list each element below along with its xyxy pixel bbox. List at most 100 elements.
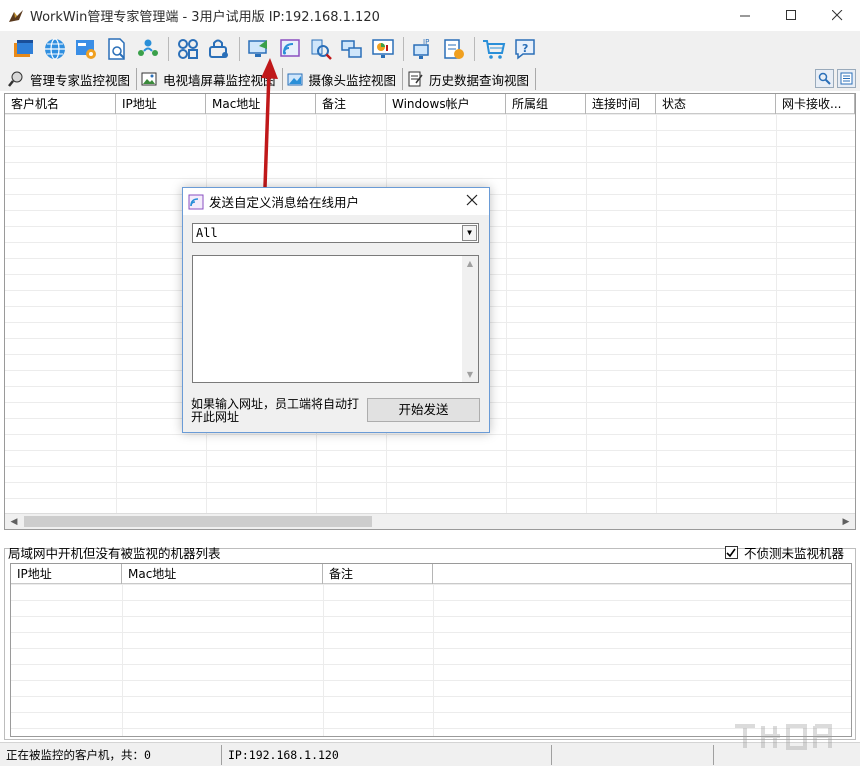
search-device-icon [309, 37, 333, 61]
unmonitored-panel-title: 局域网中开机但没有被监视的机器列表 [8, 543, 221, 562]
broadcast-message-icon [278, 37, 302, 61]
view-tabs: 管理专家监控视图 电视墙屏幕监控视图 摄像头监控视图 历史数据查询视图 [0, 67, 860, 91]
column-header-status[interactable]: 状态 [656, 94, 776, 114]
column-header-connect-time[interactable]: 连接时间 [586, 94, 656, 114]
window-title: WorkWin管理专家管理端 - 3用户试用版 IP:192.168.1.120 [30, 6, 380, 25]
tab-camera-view[interactable]: 摄像头监控视图 [285, 68, 404, 90]
no-detect-checkbox[interactable] [725, 546, 738, 559]
ip-button[interactable]: IP [409, 35, 437, 63]
recipient-select[interactable]: All ▼ [192, 223, 479, 243]
tab-history-query-view[interactable]: 历史数据查询视图 [405, 68, 536, 90]
report-icon [442, 37, 466, 61]
column-header-note[interactable]: 备注 [316, 94, 386, 114]
view-tools [812, 69, 856, 88]
column-header-mac[interactable]: Mac地址 [206, 94, 316, 114]
multi-window-icon [340, 37, 364, 61]
no-detect-checkbox-row[interactable]: 不侦测未监视机器 [725, 543, 844, 562]
scroll-down-icon[interactable]: ▼ [462, 370, 478, 379]
client-grid-header: 客户机名 IP地址 Mac地址 备注 Windows帐户 所属组 连接时间 状态… [5, 94, 856, 114]
maximize-icon [786, 10, 797, 21]
dialog-close-button[interactable] [463, 193, 481, 211]
textarea-scrollbar[interactable]: ▲ ▼ [462, 256, 478, 382]
grid-button[interactable] [174, 35, 202, 63]
send-message-dialog: 发送自定义消息给在线用户 All ▼ ▲ ▼ 如果输入网址，员工端将自动打开此网… [182, 187, 490, 433]
unmonitored-list-header: IP地址 Mac地址 备注 [11, 564, 852, 584]
dialog-title-bar: 发送自定义消息给在线用户 [183, 188, 489, 215]
list-icon [840, 72, 853, 85]
column-header-mac[interactable]: Mac地址 [122, 564, 323, 584]
start-send-button[interactable]: 开始发送 [367, 398, 480, 422]
close-icon [832, 10, 843, 21]
toolbar-separator [403, 37, 404, 61]
multi-window-button[interactable] [338, 35, 366, 63]
unmonitored-machine-list[interactable]: IP地址 Mac地址 备注 [10, 563, 852, 737]
remote-screen-icon [247, 37, 271, 61]
dialog-hint: 如果输入网址，员工端将自动打开此网址 [191, 398, 366, 424]
column-header-ip[interactable]: IP地址 [11, 564, 122, 584]
column-divider [586, 114, 587, 513]
column-header-client-name[interactable]: 客户机名 [5, 94, 116, 114]
document-search-icon [105, 37, 129, 61]
column-header-group[interactable]: 所属组 [506, 94, 586, 114]
toolbar-separator [168, 37, 169, 61]
tab-manager-monitor-view[interactable]: 管理专家监控视图 [6, 68, 137, 90]
lock-print-button[interactable] [205, 35, 233, 63]
list-view-button[interactable] [837, 69, 856, 88]
message-textarea[interactable]: ▲ ▼ [192, 255, 479, 383]
tab-label: 电视墙屏幕监控视图 [163, 70, 276, 89]
document-search-button[interactable] [103, 35, 131, 63]
column-divider [323, 584, 324, 736]
column-header-ip[interactable]: IP地址 [116, 94, 206, 114]
recipient-select-value: All [196, 226, 218, 240]
title-bar: WorkWin管理专家管理端 - 3用户试用版 IP:192.168.1.120 [0, 0, 860, 31]
scrollbar-thumb[interactable] [24, 516, 372, 527]
column-divider [122, 584, 123, 736]
maximize-button[interactable] [768, 0, 814, 31]
tab-label: 历史数据查询视图 [429, 70, 529, 89]
broadcast-message-button[interactable] [276, 35, 304, 63]
minimize-icon [740, 10, 751, 21]
magnifier-icon [8, 71, 24, 87]
help-button[interactable]: ? [511, 35, 539, 63]
note-icon [407, 71, 423, 87]
chart-monitor-button[interactable] [369, 35, 397, 63]
network-users-button[interactable] [134, 35, 162, 63]
column-header-note[interactable]: 备注 [323, 564, 433, 584]
app-logo-icon [8, 8, 24, 24]
globe-button[interactable] [41, 35, 69, 63]
close-button[interactable] [814, 0, 860, 31]
search-device-button[interactable] [307, 35, 335, 63]
broadcast-message-icon [188, 194, 204, 210]
scroll-up-icon[interactable]: ▲ [462, 259, 478, 268]
column-header-windows-account[interactable]: Windows帐户 [386, 94, 506, 114]
shopping-cart-button[interactable] [480, 35, 508, 63]
column-divider [506, 114, 507, 513]
tab-tv-wall-view[interactable]: 电视墙屏幕监控视图 [139, 68, 283, 90]
globe-icon [43, 37, 67, 61]
settings-panel-button[interactable] [72, 35, 100, 63]
chart-monitor-icon [371, 37, 395, 61]
scroll-left-icon[interactable]: ◀ [6, 514, 22, 530]
remote-screen-button[interactable] [245, 35, 273, 63]
tab-label: 摄像头监控视图 [309, 70, 397, 89]
main-toolbar: IP ? [0, 31, 860, 67]
no-detect-checkbox-label: 不侦测未监视机器 [744, 543, 844, 562]
column-header-nic-receive[interactable]: 网卡接收... [776, 94, 855, 114]
report-button[interactable] [440, 35, 468, 63]
tab-label: 管理专家监控视图 [30, 70, 130, 89]
network-users-icon [136, 37, 160, 61]
column-divider [433, 584, 434, 736]
chevron-down-icon[interactable]: ▼ [462, 225, 477, 241]
unmonitored-list-body [11, 584, 851, 736]
close-icon [466, 194, 478, 206]
horizontal-scrollbar[interactable]: ◀ ▶ [5, 513, 855, 529]
search-button[interactable] [815, 69, 834, 88]
windows-button[interactable] [10, 35, 38, 63]
column-divider [776, 114, 777, 513]
watermark-logo [730, 722, 840, 752]
minimize-button[interactable] [722, 0, 768, 31]
toolbar-separator [239, 37, 240, 61]
status-ip: IP:192.168.1.120 [222, 745, 552, 765]
toolbar-separator [474, 37, 475, 61]
scroll-right-icon[interactable]: ▶ [838, 514, 854, 530]
